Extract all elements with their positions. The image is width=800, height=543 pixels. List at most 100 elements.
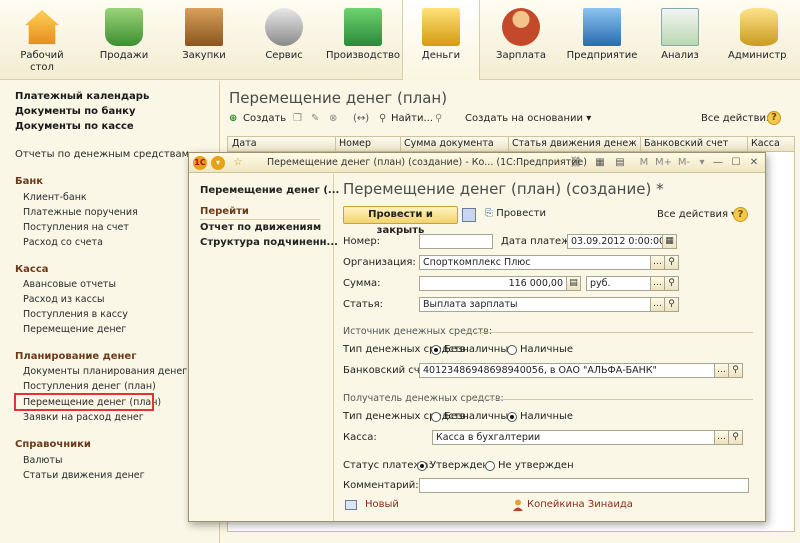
receiver-cash-radio[interactable] (507, 412, 517, 422)
status-not-approved-label[interactable]: Не утвержден (498, 460, 574, 471)
create-button[interactable]: Создать (243, 113, 286, 124)
nav-item[interactable]: Документы планирования денег (23, 366, 187, 377)
column-cash[interactable]: Касса (751, 138, 793, 149)
nav-item[interactable]: Расход из кассы (23, 294, 105, 305)
form-title: Перемещение денег (план) (создание) * (343, 180, 664, 198)
comment-field[interactable] (419, 478, 749, 493)
mark-delete-icon[interactable]: ⊗ (329, 113, 337, 124)
copy-icon[interactable]: ❐ (293, 113, 302, 124)
select-button[interactable]: … (714, 430, 729, 445)
open-icon[interactable]: ⚲ (728, 430, 743, 445)
post-button[interactable]: ⎘ Провести (485, 208, 546, 219)
open-icon[interactable]: ⚲ (664, 297, 679, 312)
favorite-icon[interactable]: ☆ (551, 156, 565, 170)
receiver-cash-label[interactable]: Наличные (520, 411, 573, 422)
star-icon[interactable]: ☆ (231, 156, 245, 170)
calendar-icon[interactable]: ▤ (613, 156, 627, 170)
section-money[interactable]: Деньги (402, 0, 480, 80)
column-date[interactable]: Дата (232, 138, 332, 149)
section-enterprise[interactable]: Предприятие (562, 0, 642, 80)
receiver-noncash-label[interactable]: Безналичные (444, 411, 514, 422)
bank-account-field[interactable]: 40123486948698940056, в ОАО "АЛЬФА-БАНК" (419, 363, 715, 378)
cash-desk-field[interactable]: Касса в бухгалтерии (432, 430, 715, 445)
status-approved-radio[interactable] (417, 461, 427, 471)
date-field[interactable]: 03.09.2012 0:00:00 (567, 234, 663, 249)
source-noncash-radio[interactable] (431, 345, 441, 355)
nav-item[interactable]: Заявки на расход денег (23, 412, 144, 423)
calendar-icon[interactable]: ▦ (662, 234, 677, 249)
menu-icon[interactable]: ▾ (211, 156, 225, 170)
section-service[interactable]: Сервис (244, 0, 324, 80)
save-icon[interactable] (462, 208, 476, 222)
nav-item[interactable]: Поступления в кассу (23, 309, 128, 320)
column-sum[interactable]: Сумма документа (404, 138, 504, 149)
memory-plus-icon[interactable]: M+ (655, 156, 672, 170)
section-salary[interactable]: Зарплата (480, 0, 562, 80)
sum-field[interactable]: 116 000,00 (419, 276, 567, 291)
find-button[interactable]: Найти... (391, 113, 433, 124)
refresh-icon[interactable]: (↔) (353, 113, 369, 124)
nav-item[interactable]: Расход со счета (23, 237, 103, 248)
cancel-search-icon[interactable]: ⚲ (435, 113, 442, 124)
column-article[interactable]: Статья движения денежных... (512, 138, 636, 149)
edit-icon[interactable]: ✎ (311, 113, 319, 124)
calculator-icon[interactable]: ▦ (593, 156, 607, 170)
nav-item[interactable]: Клиент-банк (23, 192, 87, 203)
column-number[interactable]: Номер (339, 138, 397, 149)
open-icon[interactable]: ⚲ (728, 363, 743, 378)
all-actions-label: Все действия (701, 113, 772, 124)
nav-item[interactable]: Платежные поручения (23, 207, 138, 218)
organization-field[interactable]: Спорткомплекс Плюс (419, 255, 651, 270)
source-cash-radio[interactable] (507, 345, 517, 355)
nav-item[interactable]: Статьи движения денег (23, 470, 145, 481)
maximize-icon[interactable]: ☐ (729, 156, 743, 170)
help-icon[interactable]: ? (767, 111, 781, 125)
memory-minus-icon[interactable]: M- (677, 156, 691, 170)
dialog-nav-movements-report[interactable]: Отчет по движениям (200, 222, 321, 233)
section-sales[interactable]: Продажи (84, 0, 164, 80)
section-production[interactable]: Производство (324, 0, 402, 80)
nav-payment-calendar[interactable]: Платежный календарь (15, 91, 149, 102)
post-and-close-button[interactable]: Провести и закрыть (343, 206, 458, 236)
plus-icon: ⊕ (229, 113, 238, 124)
help-icon[interactable]: ? (733, 207, 748, 222)
currency-field[interactable]: руб. (586, 276, 652, 291)
number-field[interactable] (419, 234, 493, 249)
nav-bank-documents[interactable]: Документы по банку (15, 106, 135, 117)
source-noncash-label[interactable]: Безналичные (444, 344, 514, 355)
open-icon[interactable]: ⚲ (664, 255, 679, 270)
close-icon[interactable]: ✕ (747, 156, 761, 170)
calculator-icon[interactable]: ▤ (566, 276, 581, 291)
status-approved-label[interactable]: Утвержден (430, 460, 489, 471)
receiver-noncash-radio[interactable] (431, 412, 441, 422)
section-admin[interactable]: Администр (718, 0, 800, 80)
memory-m-icon[interactable]: M (637, 156, 651, 170)
status-not-approved-radio[interactable] (485, 461, 495, 471)
link-icon[interactable]: ⛓ (569, 156, 583, 170)
dropdown-icon[interactable]: ▾ (695, 156, 709, 170)
create-based-on-button[interactable]: Создать на основании ▾ (465, 113, 591, 124)
source-cash-label[interactable]: Наличные (520, 344, 573, 355)
select-button[interactable]: … (650, 297, 665, 312)
minimize-icon[interactable]: — (711, 156, 725, 170)
nav-item[interactable]: Перемещение денег (23, 324, 126, 335)
nav-money-reports[interactable]: Отчеты по денежным средствам (15, 149, 189, 160)
nav-cash-documents[interactable]: Документы по кассе (15, 121, 134, 132)
nav-item[interactable]: Валюты (23, 455, 62, 466)
nav-item[interactable]: Поступления денег (план) (23, 381, 156, 392)
select-button[interactable]: … (650, 276, 665, 291)
section-desktop[interactable]: Рабочий стол (0, 0, 84, 80)
user-icon (513, 499, 523, 511)
section-purchases[interactable]: Закупки (164, 0, 244, 80)
open-icon[interactable]: ⚲ (664, 276, 679, 291)
article-field[interactable]: Выплата зарплаты (419, 297, 651, 312)
nav-item[interactable]: Поступления на счет (23, 222, 129, 233)
dialog-nav-main[interactable]: Перемещение денег (... (200, 185, 339, 196)
select-button[interactable]: … (714, 363, 729, 378)
dialog-all-actions-menu[interactable]: Все действия ▾ (657, 209, 736, 220)
column-bank-account[interactable]: Банковский счет (644, 138, 744, 149)
nav-item[interactable]: Авансовые отчеты (23, 279, 116, 290)
dialog-nav-subordination[interactable]: Структура подчиненн... (200, 237, 338, 248)
section-analysis[interactable]: Анализ (642, 0, 718, 80)
select-button[interactable]: … (650, 255, 665, 270)
